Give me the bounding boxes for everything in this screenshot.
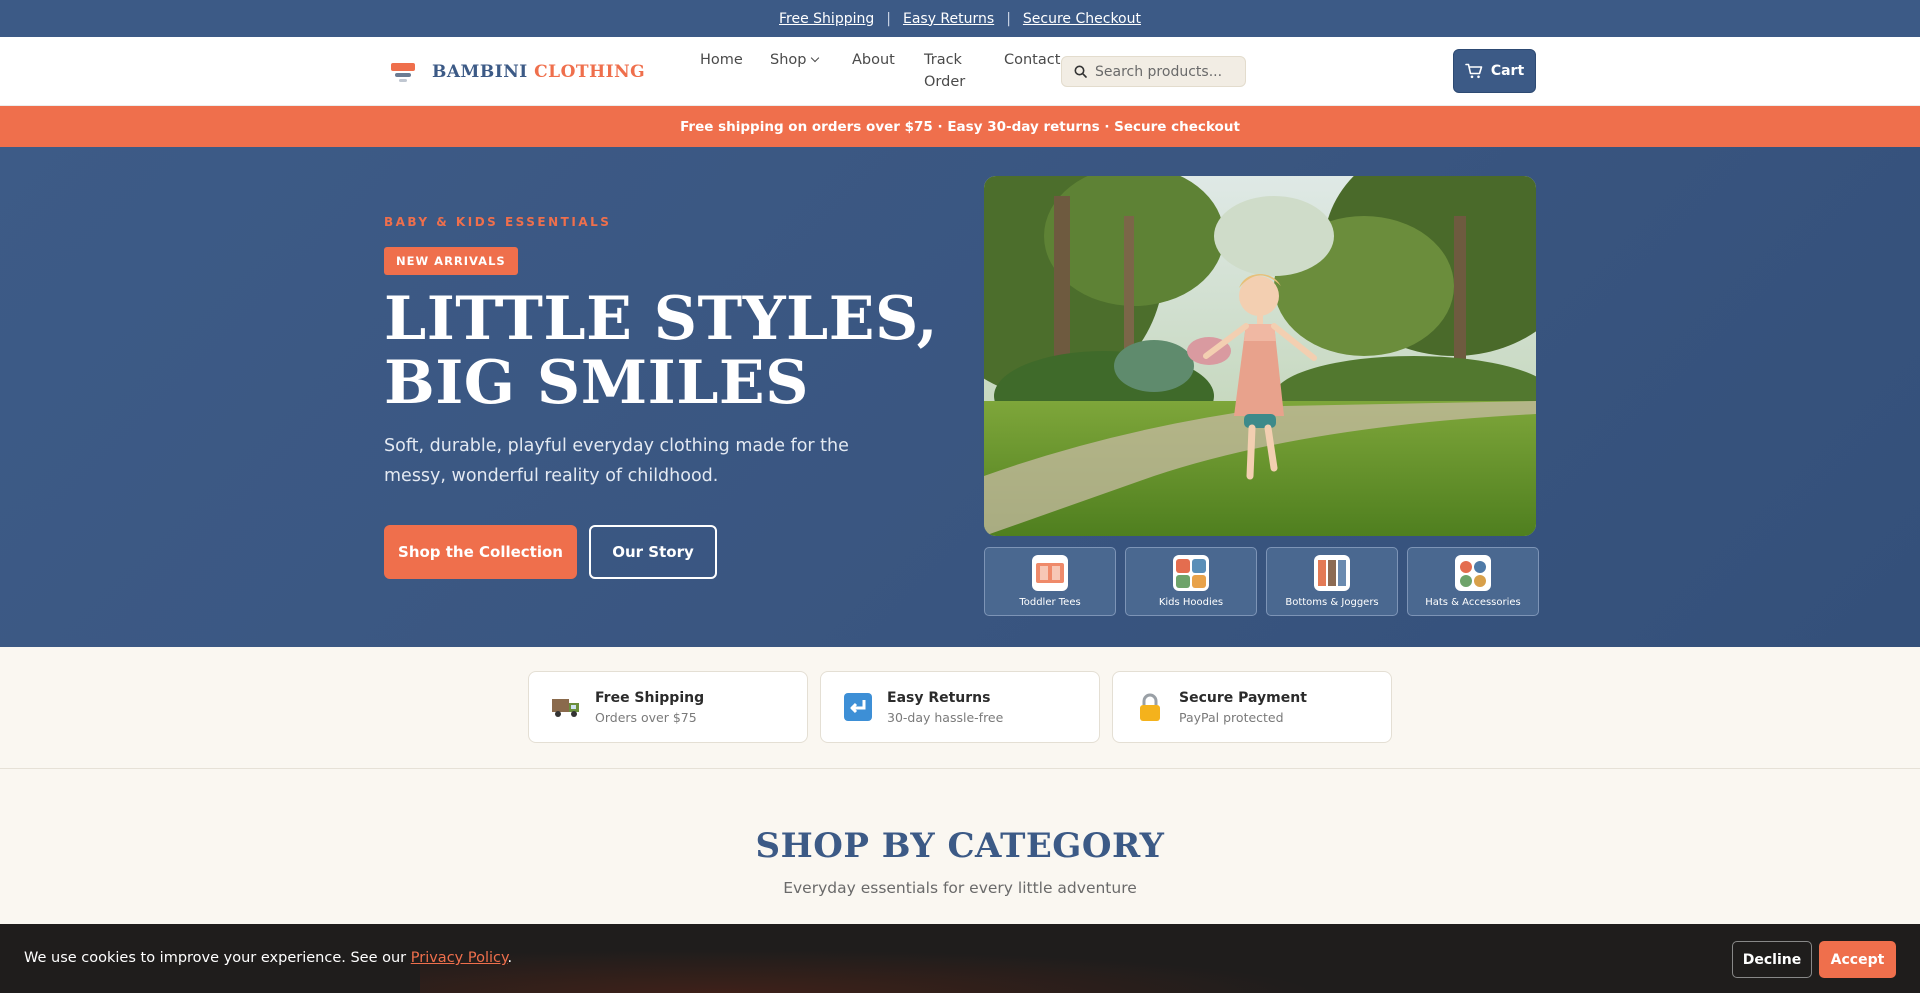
hero-subtitle: Soft, durable, playful everyday clothing…	[384, 436, 849, 486]
feature-text: Secure Payment PayPal protected	[1179, 690, 1307, 725]
category-tile-kids-hoodies[interactable]: Kids Hoodies	[1125, 547, 1257, 616]
category-tiles: Toddler Tees Kids Hoodies Bottoms & Jogg…	[984, 547, 1539, 616]
promo-bar: Free shipping on orders over $75 · Easy …	[0, 106, 1920, 147]
cart-button[interactable]: Cart	[1453, 49, 1536, 93]
privacy-policy-link[interactable]: Privacy Policy	[411, 950, 508, 966]
search-icon	[1074, 65, 1087, 78]
feature-title: Easy Returns	[887, 689, 991, 706]
search-box	[1061, 56, 1246, 87]
feature-title: Secure Payment	[1179, 689, 1307, 706]
category-tile-hats-accessories[interactable]: Hats & Accessories	[1407, 547, 1539, 616]
feature-desc: PayPal protected	[1179, 709, 1284, 725]
category-label: Bottoms & Joggers	[1285, 597, 1379, 608]
feature-cards: Free Shipping Orders over $75 Easy Retur…	[528, 671, 1392, 743]
main-nav: Home Shop About Track Order Contact	[688, 49, 1072, 93]
new-arrivals-badge: NEW ARRIVALS	[384, 247, 518, 275]
hero-image	[984, 176, 1536, 536]
feature-card-returns: Easy Returns 30-day hassle-free	[820, 671, 1100, 743]
category-label: Kids Hoodies	[1158, 597, 1224, 608]
nav-item-about[interactable]: About	[840, 49, 912, 93]
section-title: SHOP BY CATEGORY	[755, 826, 1165, 866]
logo-icon	[388, 57, 418, 87]
our-story-button[interactable]: Our Story	[589, 525, 717, 579]
section-divider	[0, 768, 1920, 769]
feature-text: Free Shipping Orders over $75	[595, 690, 704, 725]
nav-item-home[interactable]: Home	[688, 49, 758, 93]
feature-desc: Orders over $75	[595, 709, 697, 725]
cookie-text: We use cookies to improve your experienc…	[24, 950, 407, 966]
category-tile-bottoms-joggers[interactable]: Bottoms & Joggers	[1266, 547, 1398, 616]
category-label: Hats & Accessories	[1425, 597, 1521, 608]
hoodie-icon	[1173, 555, 1209, 591]
logo[interactable]: BAMBINI CLOTHING	[388, 57, 645, 87]
logo-text: BAMBINI CLOTHING	[432, 62, 645, 82]
feature-card-secure-payment: Secure Payment PayPal protected	[1112, 671, 1392, 743]
cookie-period: .	[507, 950, 513, 966]
nav-item-track-line2: Order	[924, 74, 966, 90]
utility-link-free-shipping[interactable]: Free Shipping	[779, 11, 874, 27]
truck-icon	[551, 692, 581, 722]
hats-icon	[1455, 555, 1491, 591]
joggers-icon	[1314, 555, 1350, 591]
lock-icon	[1135, 692, 1165, 722]
logo-text-accent: CLOTHING	[534, 62, 646, 82]
logo-text-primary: BAMBINI	[432, 62, 528, 82]
nav-item-contact[interactable]: Contact	[992, 49, 1072, 93]
hero-title-line2: BIG SMILES	[384, 348, 809, 418]
tee-icon	[1032, 555, 1068, 591]
utility-link-secure-checkout[interactable]: Secure Checkout	[1023, 11, 1141, 27]
category-tile-toddler-tees[interactable]: Toddler Tees	[984, 547, 1116, 616]
search-input[interactable]	[1095, 63, 1235, 80]
cart-icon	[1465, 63, 1483, 79]
cookie-message: We use cookies to improve your experienc…	[24, 950, 512, 966]
category-label: Toddler Tees	[1019, 597, 1081, 608]
utility-link-easy-returns[interactable]: Easy Returns	[903, 11, 994, 27]
decline-button[interactable]: Decline	[1732, 941, 1812, 978]
feature-card-shipping: Free Shipping Orders over $75	[528, 671, 808, 743]
hero-eyebrow: BABY & KIDS ESSENTIALS	[384, 215, 612, 229]
hero-title: LITTLE STYLES, BIG SMILES	[384, 287, 944, 415]
nav-item-track-line1: Track	[924, 52, 962, 68]
chevron-down-icon	[811, 53, 820, 63]
feature-title: Free Shipping	[595, 689, 705, 706]
hero-title-line1: LITTLE STYLES,	[384, 284, 939, 354]
site-header: BAMBINI CLOTHING Home Shop About Track O…	[0, 37, 1920, 106]
utility-separator: |	[1006, 10, 1011, 27]
hero-section: BABY & KIDS ESSENTIALS NEW ARRIVALS LITT…	[0, 147, 1920, 647]
utility-separator: |	[886, 10, 891, 27]
feature-text: Easy Returns 30-day hassle-free	[887, 690, 1003, 725]
cart-label: Cart	[1490, 63, 1525, 79]
promo-text: Free shipping on orders over $75 · Easy …	[680, 118, 1240, 135]
shop-collection-button[interactable]: Shop the Collection	[384, 525, 577, 579]
section-subtitle: Everyday essentials for every little adv…	[783, 879, 1137, 897]
return-icon	[843, 692, 873, 722]
feature-desc: 30-day hassle-free	[887, 709, 1004, 725]
nav-item-track-order[interactable]: Track Order	[912, 49, 992, 93]
cookie-banner: We use cookies to improve your experienc…	[0, 924, 1920, 993]
nav-item-shop[interactable]: Shop	[758, 49, 840, 93]
accept-button[interactable]: Accept	[1819, 941, 1896, 978]
utility-bar: Free Shipping | Easy Returns | Secure Ch…	[0, 0, 1920, 37]
cookie-backdrop	[420, 942, 1420, 993]
nav-item-shop-label: Shop	[770, 52, 807, 68]
